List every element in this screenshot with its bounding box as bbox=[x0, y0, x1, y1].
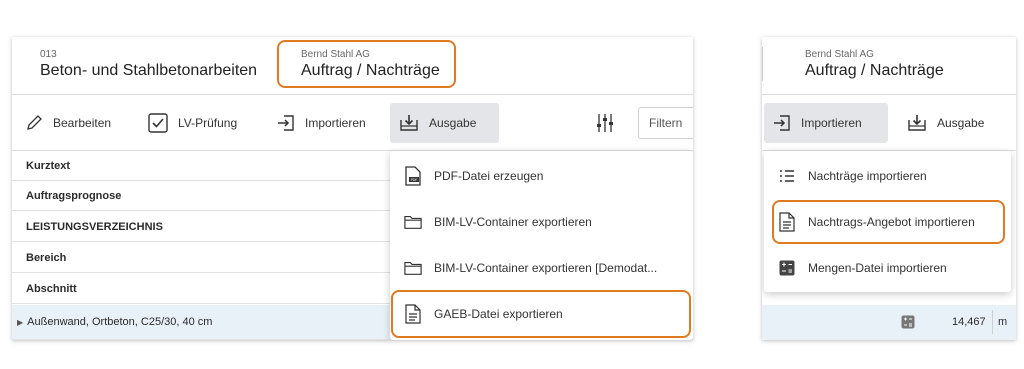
row-label: Außenwand, Ortbeton, C25/30, 40 cm bbox=[27, 316, 213, 328]
sliders-icon bbox=[594, 112, 616, 134]
row-label: Kurztext bbox=[26, 159, 71, 172]
calculator-icon bbox=[901, 315, 915, 332]
context-title: Auftrag / Nachträge bbox=[805, 62, 944, 79]
filter-placeholder: Filtern bbox=[649, 116, 683, 130]
import-menu: Nachträge importieren Nachtrags-Angebot … bbox=[764, 151, 1011, 292]
table-row-selected[interactable]: 14,467 m bbox=[762, 305, 1016, 340]
row-label: Abschnitt bbox=[26, 282, 77, 295]
pencil-icon bbox=[24, 113, 44, 133]
row-label: LEISTUNGSVERZEICHNIS bbox=[26, 220, 163, 233]
menu-item-import-mengen[interactable]: Mengen-Datei importieren bbox=[764, 245, 1011, 291]
pdf-file-icon: PDF bbox=[404, 166, 422, 186]
quantity-value: 14,467 bbox=[952, 316, 986, 328]
import-icon bbox=[772, 113, 792, 133]
left-screenshot-panel: 013 Beton- und Stahlbetonarbeiten Bernd … bbox=[12, 37, 693, 340]
company-name: Bernd Stahl AG bbox=[805, 49, 874, 60]
table-row[interactable]: Abschnitt bbox=[12, 274, 392, 304]
table-row[interactable]: LEISTUNGSVERZEICHNIS bbox=[12, 212, 392, 242]
menu-item-bim-export-demo[interactable]: BIM-LV-Container exportieren [Demodat... bbox=[390, 245, 693, 291]
filter-input[interactable]: Filtern bbox=[638, 107, 693, 139]
row-label: Auftragsprognose bbox=[26, 189, 122, 202]
checkbox-icon bbox=[147, 112, 169, 134]
breadcrumb-context[interactable]: Bernd Stahl AG Auftrag / Nachträge bbox=[805, 49, 944, 80]
expand-caret-icon[interactable]: ▶ bbox=[17, 318, 23, 327]
list-icon bbox=[778, 169, 796, 183]
edit-label: Bearbeiten bbox=[53, 116, 112, 130]
calculator-icon bbox=[778, 260, 796, 276]
svg-text:PDF: PDF bbox=[411, 178, 418, 182]
angebot-highlight-box bbox=[772, 200, 1005, 244]
output-label: Ausgabe bbox=[429, 116, 477, 130]
import-button[interactable]: Importieren bbox=[268, 103, 374, 143]
right-screenshot-panel: Bernd Stahl AG Auftrag / Nachträge Impor… bbox=[762, 37, 1016, 340]
menu-item-label: PDF-Datei erzeugen bbox=[434, 169, 544, 183]
menu-item-bim-export[interactable]: BIM-LV-Container exportieren bbox=[390, 199, 693, 245]
lv-check-button[interactable]: LV-Prüfung bbox=[139, 103, 245, 143]
import-icon bbox=[276, 113, 296, 133]
edit-button[interactable]: Bearbeiten bbox=[16, 103, 119, 143]
gaeb-highlight-box bbox=[391, 290, 691, 338]
table-row[interactable]: Auftragsprognose bbox=[12, 181, 392, 211]
download-icon bbox=[398, 112, 420, 134]
row-label: Bereich bbox=[26, 251, 67, 264]
output-button[interactable]: Ausgabe bbox=[898, 103, 992, 143]
project-number: 013 bbox=[40, 49, 57, 60]
header-divider bbox=[762, 47, 763, 81]
toolbar: Bearbeiten LV-Prüfung Importieren Ausgab… bbox=[12, 95, 693, 151]
header: 013 Beton- und Stahlbetonarbeiten Bernd … bbox=[12, 37, 693, 95]
breadcrumb-project[interactable]: 013 Beton- und Stahlbetonarbeiten bbox=[40, 49, 257, 80]
cell-divider bbox=[992, 310, 993, 334]
menu-item-label: Nachträge importieren bbox=[808, 169, 927, 183]
menu-item-label: BIM-LV-Container exportieren [Demodat... bbox=[434, 261, 658, 275]
download-icon bbox=[906, 112, 928, 134]
folder-icon bbox=[404, 260, 422, 276]
project-title: Beton- und Stahlbetonarbeiten bbox=[40, 62, 258, 79]
toolbar: Importieren Ausgabe bbox=[762, 95, 1016, 151]
output-button[interactable]: Ausgabe bbox=[390, 103, 499, 143]
quantity-unit: m bbox=[998, 316, 1008, 328]
output-menu: PDF PDF-Datei erzeugen BIM-LV-Container … bbox=[390, 151, 693, 340]
table-row[interactable]: Bereich bbox=[12, 243, 392, 273]
column-settings-button[interactable] bbox=[586, 103, 624, 143]
folder-icon bbox=[404, 214, 422, 230]
lv-check-label: LV-Prüfung bbox=[178, 116, 238, 130]
menu-item-label: Mengen-Datei importieren bbox=[808, 261, 947, 275]
menu-item-import-nachtraege[interactable]: Nachträge importieren bbox=[764, 153, 1011, 199]
context-highlight-box bbox=[277, 40, 456, 88]
import-label: Importieren bbox=[801, 116, 862, 130]
output-label: Ausgabe bbox=[937, 116, 985, 130]
menu-item-label: BIM-LV-Container exportieren bbox=[434, 215, 592, 229]
table-row[interactable]: Kurztext bbox=[12, 151, 392, 181]
import-label: Importieren bbox=[305, 116, 366, 130]
import-button[interactable]: Importieren bbox=[764, 103, 888, 143]
header: Bernd Stahl AG Auftrag / Nachträge bbox=[762, 37, 1016, 95]
menu-item-pdf[interactable]: PDF PDF-Datei erzeugen bbox=[390, 153, 693, 199]
